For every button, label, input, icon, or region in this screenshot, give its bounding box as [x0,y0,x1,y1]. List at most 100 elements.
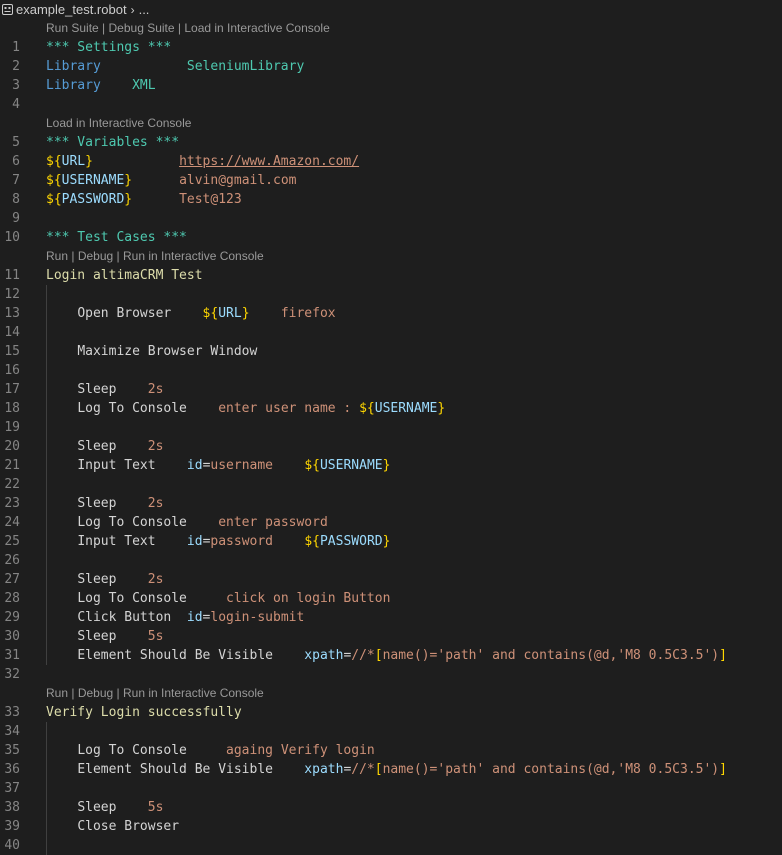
url-link[interactable]: https://www.Amazon.com/ [179,154,359,169]
line-number: 15 [4,344,20,359]
code-line: 27 Sleep 2s [0,570,782,589]
codelens-test-case: Run | Debug | Run in Interactive Console [0,684,782,703]
argument: 2s [147,496,164,511]
keyword-call: Sleep [77,800,117,815]
section-header: *** Settings *** [46,40,172,55]
library-name: SeleniumLibrary [186,59,305,74]
line-number: 22 [4,477,20,492]
argument: click on login Button [226,591,391,606]
run-interactive-console-link[interactable]: Run in Interactive Console [123,249,264,263]
debug-suite-link[interactable]: Debug Suite [109,21,175,35]
code-line: 12 [0,285,782,304]
locator-strategy: id [186,534,203,549]
codelens-variables: Load in Interactive Console [0,114,782,133]
line-number: 33 [4,705,20,720]
code-line: 3 Library XML [0,76,782,95]
code-line: 37 [0,779,782,798]
variable-name: URL [218,306,242,321]
setting-keyword: Library [46,59,101,74]
code-editor[interactable]: Run Suite | Debug Suite | Load in Intera… [0,19,782,855]
locator-value: password [210,534,274,549]
codelens-separator: | [113,249,123,263]
variable-name: PASSWORD [319,534,383,549]
variable-name: USERNAME [374,401,438,416]
line-number: 1 [12,40,20,55]
locator-value: login-submit [210,610,305,625]
argument: againg Verify login [226,743,375,758]
line-number: 11 [4,268,20,283]
line-number: 38 [4,800,20,815]
keyword-call: Element Should Be Visible [77,762,273,777]
line-number: 13 [4,306,20,321]
library-name: XML [132,78,156,93]
code-line: 17 Sleep 2s [0,380,782,399]
variable-name: PASSWORD [61,192,125,207]
code-line: 6 ${URL} https://www.Amazon.com/ [0,152,782,171]
line-number: 28 [4,591,20,606]
code-line: 38 Sleep 5s [0,798,782,817]
code-line: 31 Element Should Be Visible xpath=//*[n… [0,646,782,665]
debug-test-link[interactable]: Debug [78,686,113,700]
keyword-call: Input Text [77,534,156,549]
xpath-predicate: name()='path' and contains(@d,'M8 0.5C3.… [382,648,720,663]
run-test-link[interactable]: Run [46,686,68,700]
argument: 2s [147,439,164,454]
breadcrumb-filename[interactable]: example_test.robot [16,2,127,17]
load-interactive-console-link[interactable]: Load in Interactive Console [184,21,329,35]
line-number: 9 [12,211,20,226]
keyword-call: Sleep [77,496,117,511]
keyword-call: Log To Console [77,401,187,416]
section-header: *** Test Cases *** [46,230,187,245]
section-header: *** Variables *** [46,135,180,150]
xpath-prefix: //* [351,762,375,777]
keyword-call: Maximize Browser Window [77,344,258,359]
code-line: 25 Input Text id=password ${PASSWORD} [0,532,782,551]
robot-file-icon [1,4,13,16]
debug-test-link[interactable]: Debug [78,249,113,263]
code-line: 35 Log To Console againg Verify login [0,741,782,760]
code-line: 10 *** Test Cases *** [0,228,782,247]
code-line: 26 [0,551,782,570]
xpath-predicate: name()='path' and contains(@d,'M8 0.5C3.… [382,762,720,777]
keyword-call: Sleep [77,439,117,454]
run-interactive-console-link[interactable]: Run in Interactive Console [123,686,264,700]
codelens-separator: | [68,686,78,700]
argument: 5s [147,800,164,815]
line-number: 6 [12,154,20,169]
locator-strategy: xpath [304,648,344,663]
run-suite-link[interactable]: Run Suite [46,21,99,35]
variable-name: USERNAME [319,458,383,473]
code-line: 30 Sleep 5s [0,627,782,646]
line-number: 18 [4,401,20,416]
code-line: 8 ${PASSWORD} Test@123 [0,190,782,209]
line-number: 32 [4,667,20,682]
load-interactive-console-link[interactable]: Load in Interactive Console [46,116,191,130]
codelens-separator: | [113,686,123,700]
variable-name: URL [61,154,86,169]
code-line: 2 Library SeleniumLibrary [0,57,782,76]
argument: firefox [280,306,336,321]
code-line: 18 Log To Console enter user name : ${US… [0,399,782,418]
keyword-call: Input Text [77,458,156,473]
line-number: 31 [4,648,20,663]
code-line: 5 *** Variables *** [0,133,782,152]
line-number: 21 [4,458,20,473]
line-number: 3 [12,78,20,93]
breadcrumb-ellipsis[interactable]: ... [139,2,150,17]
run-test-link[interactable]: Run [46,249,68,263]
code-line: 34 [0,722,782,741]
line-number: 30 [4,629,20,644]
code-line: 29 Click Button id=login-submit [0,608,782,627]
code-line: 16 [0,361,782,380]
argument: 5s [147,629,164,644]
variable-value: alvin@gmail.com [179,173,297,188]
locator-strategy: xpath [304,762,344,777]
line-number: 10 [4,230,20,245]
codelens-separator: | [98,21,109,35]
xpath-prefix: //* [351,648,375,663]
line-number: 12 [4,287,20,302]
line-number: 39 [4,819,20,834]
line-number: 26 [4,553,20,568]
test-case-name: Verify Login successfully [46,705,242,720]
line-number: 34 [4,724,20,739]
